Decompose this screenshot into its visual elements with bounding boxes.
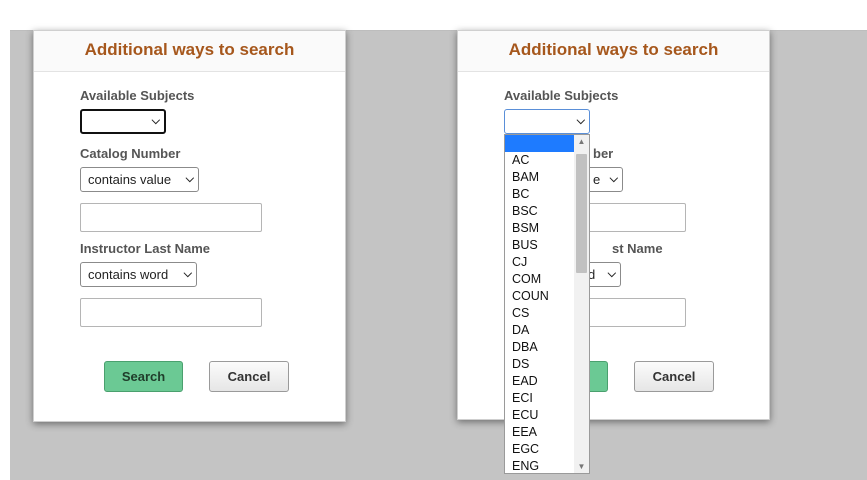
- subject-option[interactable]: AC: [505, 152, 575, 169]
- subject-option[interactable]: BSM: [505, 220, 575, 237]
- instructor-last-name-input[interactable]: [80, 298, 262, 327]
- subject-option[interactable]: DBA: [505, 339, 575, 356]
- scroll-down-arrow-icon[interactable]: ▼: [577, 462, 586, 471]
- catalog-operator-value: contains value: [88, 172, 172, 187]
- subject-option[interactable]: CS: [505, 305, 575, 322]
- subject-option[interactable]: EAD: [505, 373, 575, 390]
- instructor-last-name-label-partial: st Name: [612, 241, 663, 256]
- chevron-down-icon: ⌵: [151, 115, 160, 127]
- cancel-button[interactable]: Cancel: [634, 361, 714, 392]
- cancel-button[interactable]: Cancel: [209, 361, 289, 392]
- available-subjects-select[interactable]: ⌵: [80, 109, 166, 134]
- subject-option[interactable]: [505, 135, 575, 152]
- modal-title: Additional ways to search: [34, 31, 345, 72]
- instructor-last-name-label: Instructor Last Name: [80, 241, 211, 256]
- page-header-strip: [0, 0, 867, 31]
- page-left-strip: [0, 30, 10, 480]
- catalog-number-label-partial: ber: [593, 146, 614, 161]
- subject-option[interactable]: BUS: [505, 237, 575, 254]
- subject-option[interactable]: COUN: [505, 288, 575, 305]
- catalog-operator-value: e: [593, 172, 601, 187]
- search-modal-left: Additional ways to search Available Subj…: [33, 30, 346, 422]
- instructor-operator-value: contains word: [88, 267, 169, 282]
- subject-option[interactable]: EEA: [505, 424, 575, 441]
- scroll-up-arrow-icon[interactable]: ▲: [577, 137, 586, 146]
- available-subjects-select[interactable]: ⌵: [504, 109, 590, 134]
- subject-option[interactable]: DS: [505, 356, 575, 373]
- subjects-dropdown-list[interactable]: AC BAM BC BSC BSM BUS CJ COM COUN CS DA DBA DS EAD ECI…: [504, 134, 590, 474]
- subject-option[interactable]: ENG: [505, 458, 575, 473]
- chevron-down-icon: ⌵: [183, 268, 192, 280]
- available-subjects-label: Available Subjects: [504, 88, 619, 103]
- subject-option[interactable]: DA: [505, 322, 575, 339]
- subject-option[interactable]: COM: [505, 271, 575, 288]
- catalog-operator-select[interactable]: contains value ⌵: [80, 167, 199, 192]
- subject-option[interactable]: CJ: [505, 254, 575, 271]
- chevron-down-icon: ⌵: [609, 173, 618, 185]
- subject-option[interactable]: BAM: [505, 169, 575, 186]
- subject-option[interactable]: EGC: [505, 441, 575, 458]
- chevron-down-icon: ⌵: [607, 268, 616, 280]
- catalog-number-input[interactable]: [80, 203, 262, 232]
- dropdown-scrollbar[interactable]: ▲ ▼: [574, 135, 589, 473]
- chevron-down-icon: ⌵: [576, 115, 585, 127]
- available-subjects-label: Available Subjects: [80, 88, 195, 103]
- subjects-option-list: AC BAM BC BSC BSM BUS CJ COM COUN CS DA DBA DS EAD ECI…: [505, 135, 575, 473]
- subject-option[interactable]: ECU: [505, 407, 575, 424]
- scrollbar-thumb[interactable]: [576, 154, 587, 273]
- chevron-down-icon: ⌵: [185, 173, 194, 185]
- subject-option[interactable]: BC: [505, 186, 575, 203]
- subject-option[interactable]: BSC: [505, 203, 575, 220]
- modal-title: Additional ways to search: [458, 31, 769, 72]
- search-button[interactable]: Search: [104, 361, 183, 392]
- subject-option[interactable]: ECI: [505, 390, 575, 407]
- instructor-operator-select[interactable]: contains word ⌵: [80, 262, 197, 287]
- catalog-number-label: Catalog Number: [80, 146, 181, 161]
